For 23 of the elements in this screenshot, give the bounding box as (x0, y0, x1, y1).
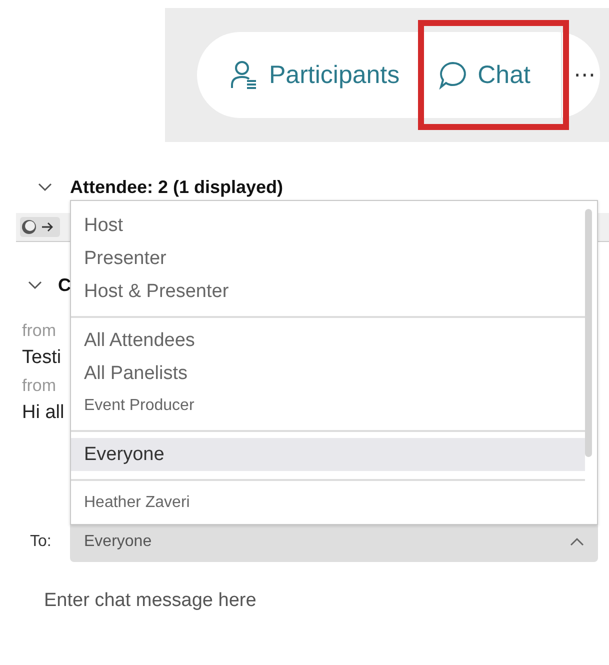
scrollbar-thumb[interactable] (585, 209, 592, 457)
menu-item[interactable]: Everyone (71, 438, 585, 471)
menu-item[interactable]: All Attendees (71, 324, 585, 357)
menu-item[interactable]: All Panelists (71, 357, 585, 390)
section-title: Attendee: 2 (1 displayed) (70, 176, 284, 198)
menu-item[interactable]: Host (71, 209, 585, 242)
toolbar-tab[interactable]: Chat (418, 20, 569, 130)
menu-item[interactable]: Presenter (71, 242, 585, 275)
message-sender: from (22, 375, 56, 397)
toolbar-tab[interactable]: Participants (211, 20, 418, 130)
menu-item[interactable]: Event Producer (71, 390, 585, 422)
message-sender: from (22, 320, 56, 342)
message-text: Hi all (22, 401, 64, 425)
chevron-icon[interactable] (38, 182, 52, 192)
section-title: C (58, 274, 71, 296)
menu-item[interactable]: Heather Zaveri (71, 487, 585, 519)
person-list-icon (229, 60, 259, 90)
recipient-select[interactable]: Everyone (70, 522, 598, 562)
menu-item[interactable]: Host & Presenter (71, 275, 585, 308)
to-label: To: (30, 533, 52, 551)
chat-bubble-icon (438, 60, 468, 90)
chevron-icon[interactable] (28, 280, 42, 290)
message-text: Testi (22, 346, 62, 370)
